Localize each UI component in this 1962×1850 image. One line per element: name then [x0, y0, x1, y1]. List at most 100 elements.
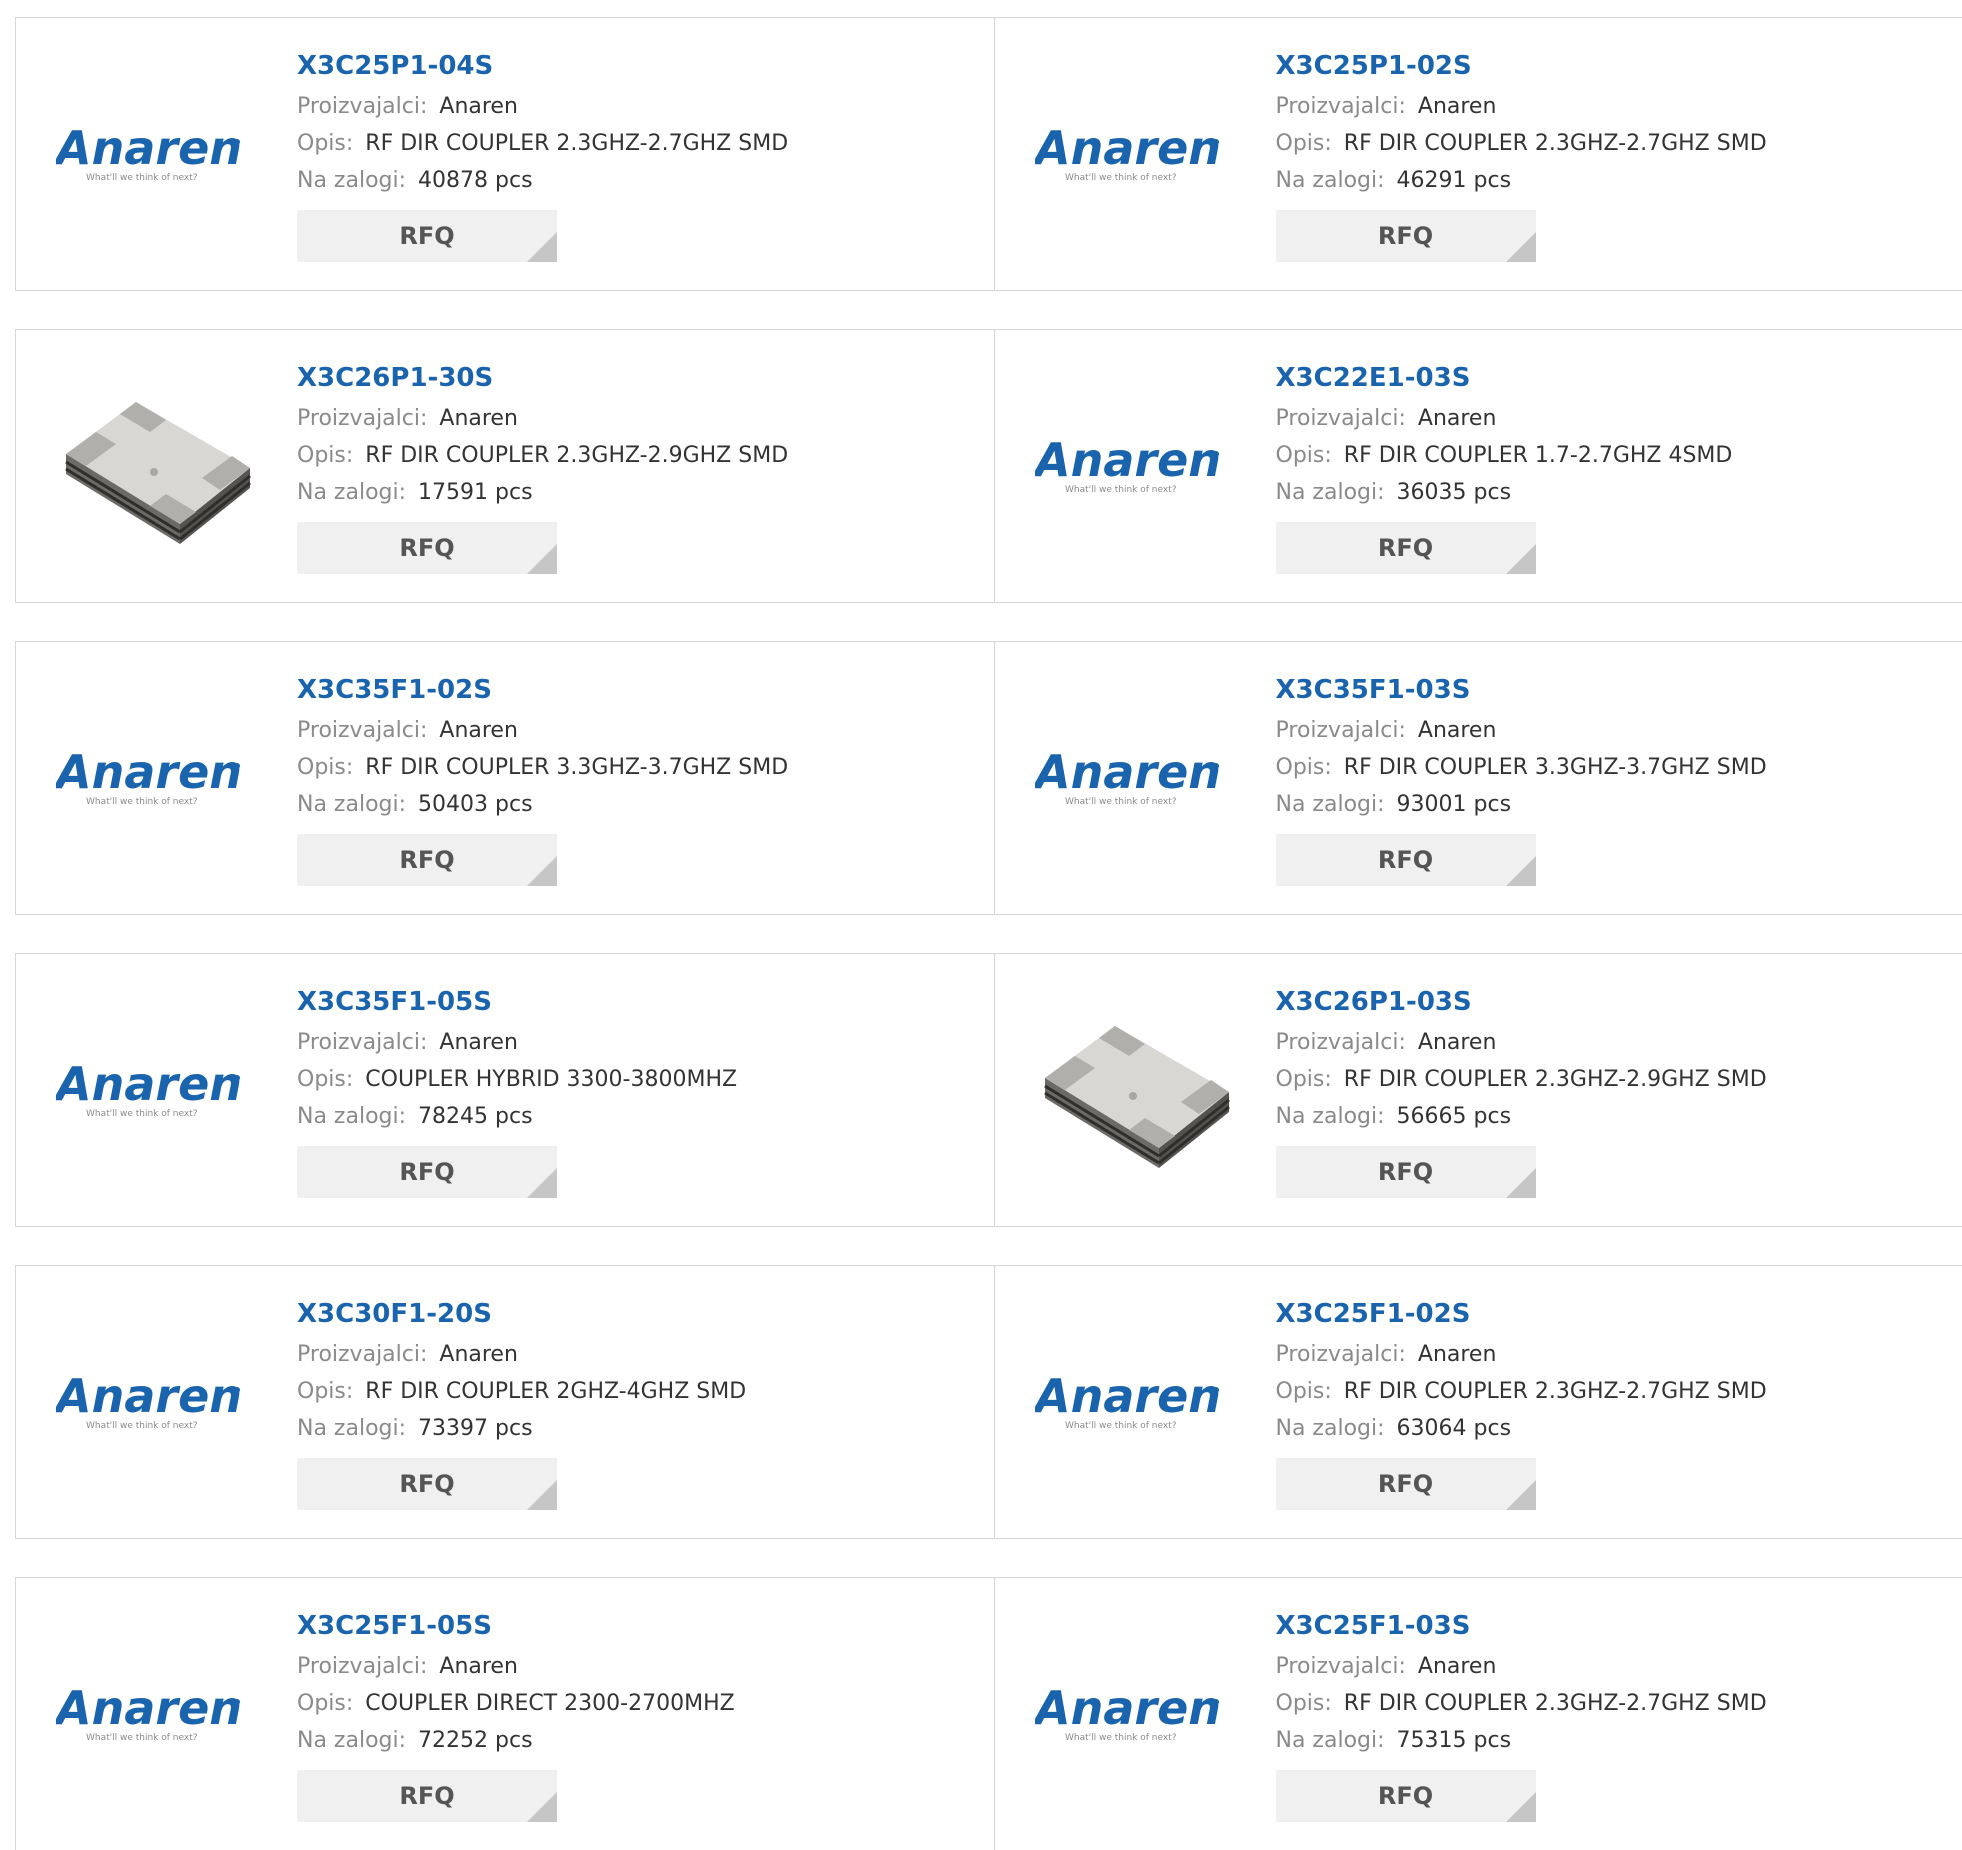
part-number-link[interactable]: X3C30F1-20S — [297, 1296, 746, 1336]
stock-label: Na zalogi: — [1276, 1416, 1385, 1441]
description-value: COUPLER DIRECT 2300-2700MHZ — [365, 1691, 734, 1716]
description-value: RF DIR COUPLER 2GHZ-4GHZ SMD — [365, 1379, 746, 1404]
product-info: X3C26P1-03SProizvajalci:AnarenOpis:RF DI… — [1276, 984, 1767, 1198]
rfq-button[interactable]: RFQ — [1276, 1770, 1536, 1822]
product-card: Anaren What'll we think of next? X3C25F1… — [994, 1266, 1962, 1538]
manufacturer-logo[interactable]: Anaren What'll we think of next? — [1035, 370, 1237, 562]
rfq-button[interactable]: RFQ — [297, 834, 557, 886]
anaren-logo-image[interactable]: Anaren What'll we think of next? — [56, 58, 258, 250]
stock-line: Na zalogi:46291 pcs — [1276, 162, 1767, 199]
description-label: Opis: — [1276, 443, 1332, 468]
anaren-logo-image[interactable]: Anaren What'll we think of next? — [1035, 58, 1237, 250]
part-number-link[interactable]: X3C25F1-02S — [1276, 1296, 1767, 1336]
manufacturer-logo[interactable]: Anaren What'll we think of next? — [56, 58, 258, 250]
description-line: Opis:RF DIR COUPLER 2GHZ-4GHZ SMD — [297, 1373, 746, 1410]
product-photo[interactable] — [1035, 994, 1237, 1186]
part-number-link[interactable]: X3C25F1-03S — [1276, 1608, 1767, 1648]
part-number-link[interactable]: X3C35F1-02S — [297, 672, 788, 712]
manufacturer-logo[interactable]: Anaren What'll we think of next? — [1035, 58, 1237, 250]
manufacturer-logo[interactable]: Anaren What'll we think of next? — [1035, 682, 1237, 874]
rfq-button-label: RFQ — [1378, 1782, 1433, 1810]
description-value: RF DIR COUPLER 2.3GHZ-2.9GHZ SMD — [1344, 1067, 1767, 1092]
rfq-button[interactable]: RFQ — [1276, 210, 1536, 262]
rfq-button[interactable]: RFQ — [1276, 1146, 1536, 1198]
logo-tagline: What'll we think of next? — [86, 1109, 198, 1119]
anaren-logo-image[interactable]: Anaren What'll we think of next? — [1035, 1618, 1237, 1810]
product-info: X3C25P1-02SProizvajalci:AnarenOpis:RF DI… — [1276, 48, 1767, 262]
rfq-button-label: RFQ — [399, 846, 454, 874]
stock-line: Na zalogi:17591 pcs — [297, 474, 788, 511]
description-line: Opis:RF DIR COUPLER 2.3GHZ-2.7GHZ SMD — [1276, 1373, 1767, 1410]
manufacturer-line: Proizvajalci:Anaren — [297, 1024, 737, 1061]
manufacturer-logo[interactable]: Anaren What'll we think of next? — [1035, 1618, 1237, 1810]
description-label: Opis: — [1276, 755, 1332, 780]
stock-label: Na zalogi: — [1276, 792, 1385, 817]
description-value: RF DIR COUPLER 3.3GHZ-3.7GHZ SMD — [365, 755, 788, 780]
part-number-link[interactable]: X3C26P1-30S — [297, 360, 788, 400]
rfq-button-label: RFQ — [399, 1158, 454, 1186]
rfq-button[interactable]: RFQ — [297, 210, 557, 262]
description-line: Opis:RF DIR COUPLER 2.3GHZ-2.7GHZ SMD — [297, 125, 788, 162]
anaren-logo-image[interactable]: Anaren What'll we think of next? — [56, 682, 258, 874]
rfq-button[interactable]: RFQ — [297, 1458, 557, 1510]
product-card: X3C26P1-03SProizvajalci:AnarenOpis:RF DI… — [994, 954, 1962, 1226]
part-number-link[interactable]: X3C26P1-03S — [1276, 984, 1767, 1024]
part-number-link[interactable]: X3C35F1-05S — [297, 984, 737, 1024]
manufacturer-logo[interactable]: Anaren What'll we think of next? — [56, 1618, 258, 1810]
rfq-button[interactable]: RFQ — [297, 1770, 557, 1822]
logo-tagline: What'll we think of next? — [86, 797, 198, 807]
rfq-button[interactable]: RFQ — [1276, 1458, 1536, 1510]
anaren-logo-image[interactable]: Anaren What'll we think of next? — [1035, 370, 1237, 562]
manufacturer-label: Proizvajalci: — [297, 1030, 427, 1055]
product-info: X3C25F1-03SProizvajalci:AnarenOpis:RF DI… — [1276, 1608, 1767, 1822]
manufacturer-value: Anaren — [1418, 1030, 1497, 1055]
product-card: Anaren What'll we think of next? X3C22E1… — [994, 330, 1962, 602]
product-grid: Anaren What'll we think of next? X3C25P1… — [15, 17, 1962, 1850]
rfq-button[interactable]: RFQ — [297, 1146, 557, 1198]
manufacturer-label: Proizvajalci: — [297, 406, 427, 431]
part-number-link[interactable]: X3C35F1-03S — [1276, 672, 1767, 712]
anaren-logo-image[interactable]: Anaren What'll we think of next? — [1035, 1306, 1237, 1498]
stock-line: Na zalogi:78245 pcs — [297, 1098, 737, 1135]
product-info: X3C22E1-03SProizvajalci:AnarenOpis:RF DI… — [1276, 360, 1733, 574]
product-photo[interactable] — [56, 370, 258, 562]
stock-value: 17591 pcs — [418, 480, 533, 505]
manufacturer-line: Proizvajalci:Anaren — [1276, 1024, 1767, 1061]
product-row: X3C26P1-30SProizvajalci:AnarenOpis:RF DI… — [15, 329, 1962, 603]
stock-line: Na zalogi:50403 pcs — [297, 786, 788, 823]
stock-line: Na zalogi:36035 pcs — [1276, 474, 1733, 511]
rfq-button[interactable]: RFQ — [1276, 834, 1536, 886]
anaren-logo-image[interactable]: Anaren What'll we think of next? — [56, 994, 258, 1186]
anaren-logo-image[interactable]: Anaren What'll we think of next? — [1035, 682, 1237, 874]
description-value: RF DIR COUPLER 2.3GHZ-2.7GHZ SMD — [365, 131, 788, 156]
part-number-link[interactable]: X3C25P1-04S — [297, 48, 788, 88]
rfq-button[interactable]: RFQ — [1276, 522, 1536, 574]
manufacturer-logo[interactable]: Anaren What'll we think of next? — [56, 682, 258, 874]
manufacturer-label: Proizvajalci: — [1276, 1654, 1406, 1679]
manufacturer-label: Proizvajalci: — [1276, 1342, 1406, 1367]
part-number-link[interactable]: X3C22E1-03S — [1276, 360, 1733, 400]
stock-value: 75315 pcs — [1397, 1728, 1512, 1753]
product-card: Anaren What'll we think of next? X3C30F1… — [16, 1266, 994, 1538]
stock-label: Na zalogi: — [1276, 1104, 1385, 1129]
stock-label: Na zalogi: — [297, 792, 406, 817]
rfq-button[interactable]: RFQ — [297, 522, 557, 574]
part-number-link[interactable]: X3C25P1-02S — [1276, 48, 1767, 88]
manufacturer-line: Proizvajalci:Anaren — [1276, 712, 1767, 749]
stock-line: Na zalogi:40878 pcs — [297, 162, 788, 199]
chip-photo-image[interactable] — [56, 370, 258, 562]
logo-wordmark: Anaren — [56, 1681, 242, 1735]
chip-photo-image[interactable] — [1035, 994, 1237, 1186]
manufacturer-logo[interactable]: Anaren What'll we think of next? — [56, 994, 258, 1186]
rfq-button-label: RFQ — [399, 1782, 454, 1810]
manufacturer-logo[interactable]: Anaren What'll we think of next? — [1035, 1306, 1237, 1498]
part-number-link[interactable]: X3C25F1-05S — [297, 1608, 735, 1648]
manufacturer-logo[interactable]: Anaren What'll we think of next? — [56, 1306, 258, 1498]
manufacturer-line: Proizvajalci:Anaren — [297, 1648, 735, 1685]
manufacturer-label: Proizvajalci: — [1276, 94, 1406, 119]
manufacturer-line: Proizvajalci:Anaren — [1276, 1336, 1767, 1373]
logo-wordmark: Anaren — [1035, 433, 1221, 487]
manufacturer-line: Proizvajalci:Anaren — [1276, 400, 1733, 437]
anaren-logo-image[interactable]: Anaren What'll we think of next? — [56, 1306, 258, 1498]
anaren-logo-image[interactable]: Anaren What'll we think of next? — [56, 1618, 258, 1810]
